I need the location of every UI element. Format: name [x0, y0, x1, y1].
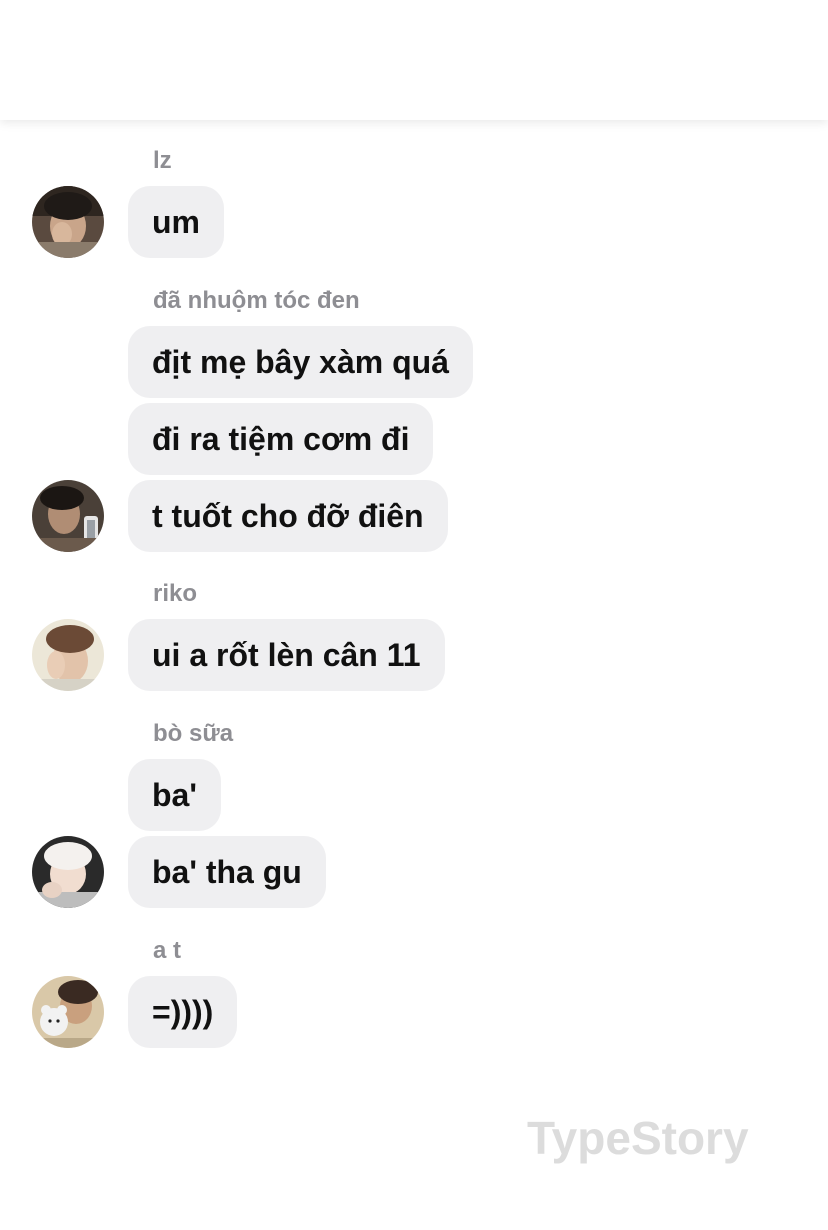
sender-name: a t: [153, 937, 182, 964]
avatar-photo-a-t-icon[interactable]: [32, 976, 104, 1048]
message-bubble[interactable]: địt mẹ bây xàm quá: [128, 326, 473, 398]
avatar-photo-bo-sua-icon[interactable]: [32, 836, 104, 908]
sender-name: lz: [153, 147, 172, 174]
chat-screen: lz um đã nhuộm tóc đen địt mẹ bây xàm qu…: [0, 0, 828, 1230]
avatar-photo-riko-icon[interactable]: [32, 619, 104, 691]
watermark: TypeStory: [527, 1112, 749, 1164]
message-bubble[interactable]: um: [128, 186, 224, 258]
avatar-photo-da-nhuom-toc-den-icon[interactable]: [32, 480, 104, 552]
sender-name: riko: [153, 580, 198, 607]
top-bar: [0, 0, 828, 120]
message-bubble[interactable]: =)))): [128, 976, 238, 1048]
message-bubble[interactable]: đi ra tiệm cơm đi: [128, 403, 434, 475]
message-bubble[interactable]: ui a rốt lèn cân 11: [128, 619, 445, 691]
message-bubble[interactable]: ba' tha gu: [128, 836, 326, 908]
avatar-photo-lz-icon[interactable]: [32, 186, 104, 258]
sender-name: bò sữa: [153, 720, 234, 747]
sender-name: đã nhuộm tóc đen: [153, 287, 360, 314]
message-bubble[interactable]: t tuốt cho đỡ điên: [128, 480, 448, 552]
message-bubble[interactable]: ba': [128, 759, 221, 831]
